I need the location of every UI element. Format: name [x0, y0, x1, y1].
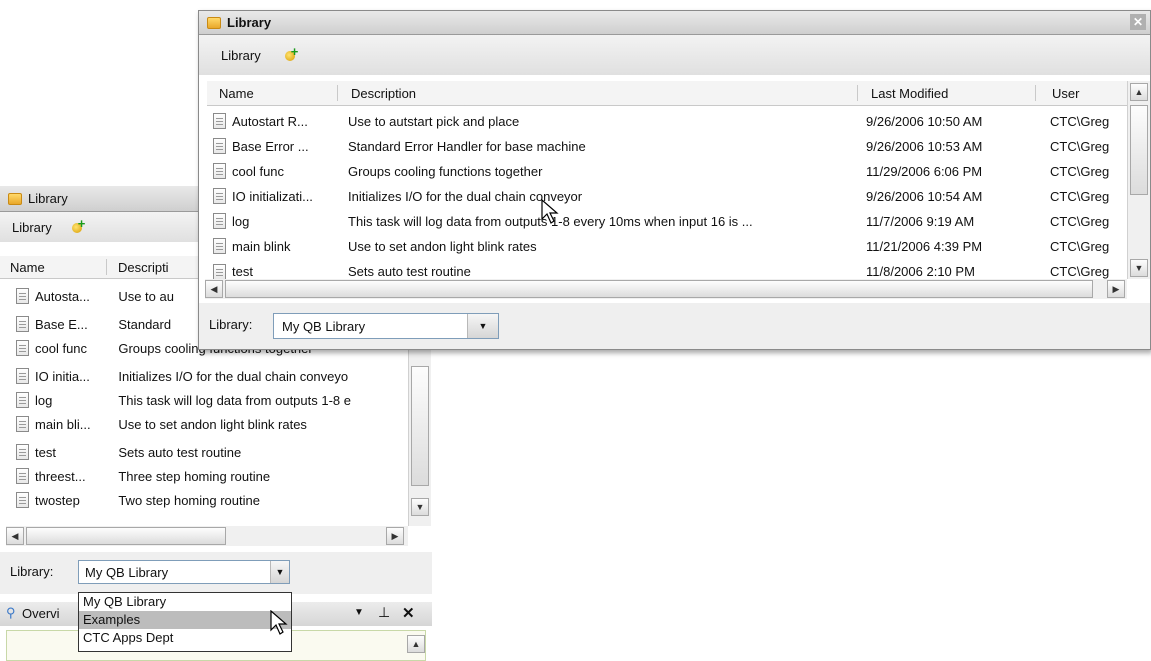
mouse-cursor-icon [541, 199, 559, 224]
front-library-combo[interactable]: My QB Library ▼ [273, 313, 499, 339]
back-toolbar-library-menu[interactable]: Library [12, 220, 52, 235]
document-icon [16, 392, 29, 408]
dropdown-option[interactable]: CTC Apps Dept [79, 629, 291, 647]
table-row[interactable]: Autostart R... Use to autstart pick and p… [213, 109, 1128, 133]
scroll-left-button[interactable]: ◀ [205, 280, 223, 298]
back-library-combo[interactable]: My QB Library ▼ [78, 560, 290, 584]
document-icon [213, 163, 226, 179]
library-dropdown-list: My QB Library Examples CTC Apps Dept [78, 592, 292, 652]
document-icon [16, 492, 29, 508]
scroll-down-button[interactable]: ▼ [411, 498, 429, 516]
document-icon [16, 416, 29, 432]
dropdown-arrow-icon[interactable]: ▼ [354, 607, 364, 618]
document-icon [213, 138, 226, 154]
list-item[interactable]: log This task will log data from outputs … [16, 388, 406, 412]
scroll-thumb[interactable] [1130, 105, 1148, 195]
table-row[interactable]: main blink Use to set andon light blink r… [213, 234, 1128, 258]
document-icon [213, 113, 226, 129]
table-row[interactable]: Base Error ... Standard Error Handler for… [213, 134, 1128, 158]
back-horizontal-scrollbar[interactable]: ◀ ▶ [6, 526, 408, 546]
list-item[interactable]: test Sets auto test routine [16, 440, 406, 464]
front-vertical-scrollbar[interactable]: ▲ ▼ [1127, 81, 1150, 279]
document-icon [213, 213, 226, 229]
document-icon [213, 238, 226, 254]
back-window-title: Library [28, 191, 68, 206]
scroll-left-button[interactable]: ◀ [6, 527, 24, 545]
dropdown-option[interactable]: My QB Library [79, 593, 291, 611]
table-row[interactable]: log This task will log data from outputs … [213, 209, 1128, 233]
overview-label: Overvi [22, 606, 60, 621]
scroll-thumb[interactable] [225, 280, 1093, 298]
document-icon [213, 188, 226, 204]
document-icon [16, 288, 29, 304]
list-item[interactable]: threest... Three step homing routine [16, 464, 406, 488]
back-library-label: Library: [10, 564, 54, 579]
front-footer: Library: My QB Library ▼ [199, 303, 1150, 349]
front-library-label: Library: [209, 317, 253, 332]
table-row[interactable]: IO initializati... Initializes I/O for th… [213, 184, 1128, 208]
document-icon [16, 368, 29, 384]
dropdown-option-selected[interactable]: Examples [79, 611, 291, 629]
scroll-right-button[interactable]: ▶ [1107, 280, 1125, 298]
back-footer: Library: My QB Library ▼ [0, 552, 432, 594]
back-vertical-scrollbar[interactable]: ▼ [408, 336, 431, 526]
scroll-up-button[interactable]: ▲ [407, 635, 425, 653]
search-icon: ⚲ [6, 605, 16, 620]
table-row[interactable]: cool func Groups cooling functions togeth… [213, 159, 1128, 183]
add-item-icon[interactable] [70, 216, 88, 235]
document-icon [16, 340, 29, 356]
document-icon [16, 316, 29, 332]
list-item[interactable]: main bli... Use to set andon light blink … [16, 412, 406, 436]
scroll-up-button[interactable]: ▲ [1130, 83, 1148, 101]
mouse-cursor-icon [270, 610, 288, 635]
document-icon [16, 468, 29, 484]
scroll-down-button[interactable]: ▼ [1130, 259, 1148, 277]
front-horizontal-scrollbar[interactable]: ◀ ▶ [205, 279, 1127, 299]
list-item[interactable]: IO initia... Initializes I/O for the dual… [16, 364, 406, 388]
document-icon [16, 444, 29, 460]
front-list: Autostart R... Use to autstart pick and p… [199, 11, 1150, 291]
front-library-window: Library ✕ Library Name Description Last … [198, 10, 1151, 350]
back-col-description[interactable]: Descripti [118, 260, 169, 275]
close-icon[interactable]: ✕ [402, 604, 415, 622]
scroll-thumb[interactable] [26, 527, 226, 545]
folder-icon [8, 192, 22, 205]
dropdown-arrow-icon[interactable]: ▼ [467, 314, 498, 338]
list-item[interactable]: twostep Two step homing routine [16, 488, 406, 512]
scroll-thumb[interactable] [411, 366, 429, 486]
scroll-right-button[interactable]: ▶ [386, 527, 404, 545]
pin-icon[interactable]: ⊥ [378, 604, 390, 621]
dropdown-arrow-icon[interactable]: ▼ [270, 561, 289, 583]
document-icon [213, 264, 226, 280]
back-col-name[interactable]: Name [10, 260, 45, 275]
